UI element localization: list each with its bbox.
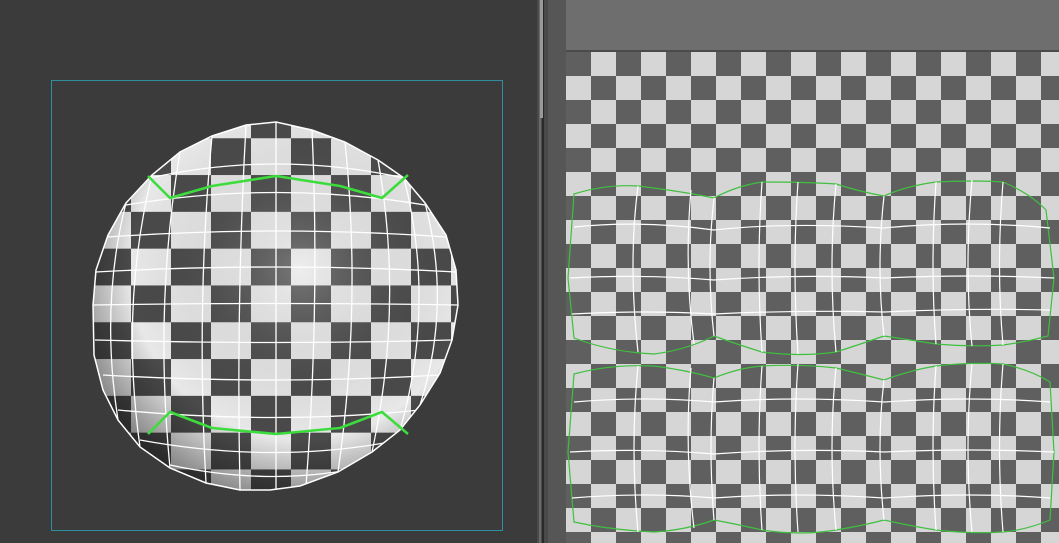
uv-texture-canvas[interactable] xyxy=(566,52,1059,543)
checker-texture xyxy=(566,52,1059,543)
3d-viewport[interactable] xyxy=(0,0,537,543)
uv-editor-window xyxy=(0,0,1059,543)
viewport-canvas[interactable] xyxy=(0,0,537,543)
uv-panel-gutter xyxy=(548,0,566,543)
uv-editor-toolbar[interactable] xyxy=(566,0,1059,52)
splitter-grip-handle[interactable] xyxy=(540,0,543,118)
uv-layout-svg[interactable] xyxy=(566,52,1059,543)
panel-splitter[interactable] xyxy=(537,0,548,543)
